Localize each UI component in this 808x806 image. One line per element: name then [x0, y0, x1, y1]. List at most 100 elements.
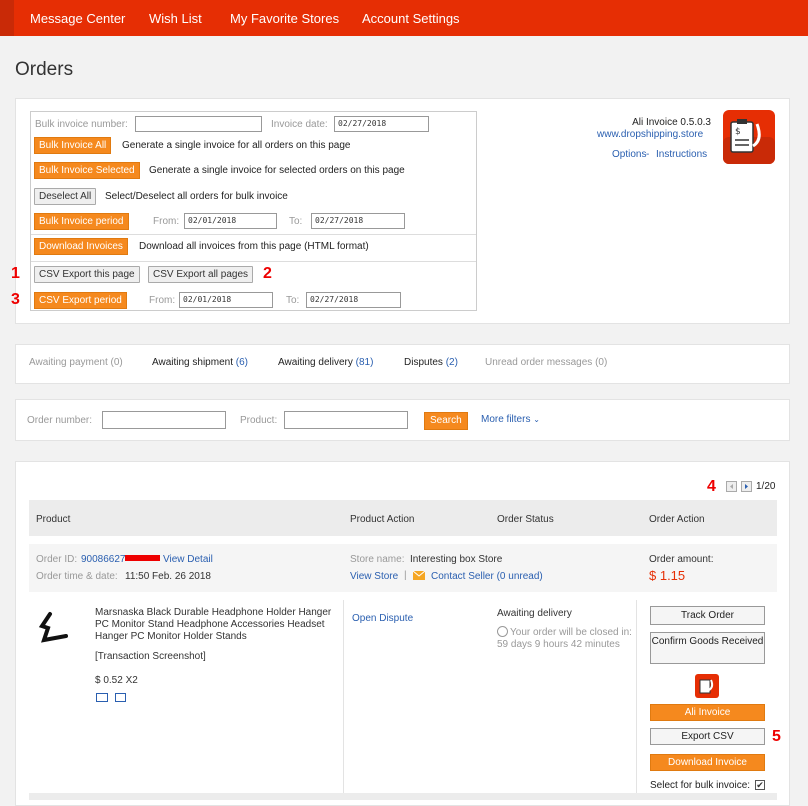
tab-count: (2) — [445, 357, 458, 368]
csv-from-input[interactable]: 02/01/2018 — [179, 292, 273, 308]
page-title: Orders — [15, 59, 74, 80]
bulk-number-label: Bulk invoice number: — [35, 119, 128, 130]
status-tabs — [15, 344, 790, 384]
tab-unread-messages[interactable]: Unread order messages (0) — [485, 357, 607, 368]
clipboard-invoice-icon: $ — [723, 110, 775, 164]
search-button[interactable]: Search — [424, 412, 468, 430]
order-amount-value: $ 1.15 — [649, 568, 686, 583]
marker-5: 5 — [772, 728, 781, 745]
invoice-date-label: Invoice date: — [271, 119, 328, 130]
period-to-label: To: — [289, 216, 303, 227]
tab-count: (0) — [595, 357, 608, 368]
nav-account-settings[interactable]: Account Settings — [362, 11, 460, 26]
store-name-label: Store name: — [350, 554, 405, 565]
tab-label: Awaiting payment — [29, 357, 108, 368]
bulk-invoice-all-button[interactable]: Bulk Invoice All — [34, 137, 112, 154]
confirm-goods-button[interactable]: Confirm Goods Received — [650, 632, 765, 664]
nav-favorite-stores[interactable]: My Favorite Stores — [230, 11, 339, 26]
checkbox-icon[interactable]: ✔ — [755, 780, 765, 790]
header-product: Product — [36, 514, 71, 525]
tab-disputes[interactable]: Disputes (2) — [404, 357, 458, 368]
store-name-value: Interesting box Store — [410, 554, 503, 565]
page-indicator: 1/20 — [756, 481, 776, 492]
product-title-link[interactable]: Marsnaska Black Durable Headphone Holder… — [95, 607, 335, 643]
plugin-name: Ali Invoice 0.5.0.3 — [632, 117, 711, 128]
divider — [31, 234, 476, 235]
order-time-label: Order time & date: — [36, 571, 118, 582]
next-page-icon[interactable] — [741, 481, 752, 492]
order-amount-label: Order amount: — [649, 554, 714, 565]
top-nav: Message Center Wish List My Favorite Sto… — [0, 0, 808, 36]
product-image[interactable] — [36, 606, 76, 646]
nav-wish-list[interactable]: Wish List — [149, 11, 202, 26]
more-filters-link[interactable]: More filters ⌄ — [481, 414, 540, 425]
tab-count: (81) — [355, 357, 374, 368]
csv-export-page-button[interactable]: CSV Export this page — [34, 266, 140, 283]
plugin-instructions-link[interactable]: Instructions — [656, 149, 707, 160]
plugin-options-link[interactable]: Options — [612, 149, 646, 160]
marker-1: 1 — [11, 265, 20, 282]
download-invoices-button[interactable]: Download Invoices — [34, 238, 128, 255]
plugin-separator: - — [646, 149, 650, 160]
link-separator: | — [404, 570, 407, 581]
order-number-input[interactable] — [102, 411, 226, 429]
bulk-invoice-period-button[interactable]: Bulk Invoice period — [34, 213, 129, 230]
redaction-bar — [125, 555, 160, 561]
product-input[interactable] — [284, 411, 408, 429]
close-countdown: Your order will be closed in: 59 days 9 … — [497, 627, 632, 650]
download-invoice-button[interactable]: Download Invoice — [650, 754, 765, 771]
tab-awaiting-payment[interactable]: Awaiting payment (0) — [29, 357, 123, 368]
csv-export-all-button[interactable]: CSV Export all pages — [148, 266, 254, 283]
ali-invoice-button[interactable]: Ali Invoice — [650, 704, 765, 721]
order-time-value: 11:50 Feb. 26 2018 — [125, 571, 211, 582]
order-status-text: Awaiting delivery — [497, 608, 572, 619]
nav-message-center[interactable]: Message Center — [30, 11, 125, 26]
ali-invoice-icon[interactable] — [695, 674, 719, 698]
unread-count: (0 unread) — [496, 571, 543, 582]
track-order-button[interactable]: Track Order — [650, 606, 765, 625]
csv-to-label: To: — [286, 295, 300, 306]
transaction-screenshot-link[interactable]: [Transaction Screenshot] — [95, 651, 206, 662]
bulk-number-input[interactable] — [135, 116, 262, 132]
download-desc: Download all invoices from this page (HT… — [139, 241, 369, 252]
open-dispute-link[interactable]: Open Dispute — [352, 613, 413, 624]
header-order-action: Order Action — [649, 514, 705, 525]
order-id-value: 90086627 — [81, 554, 126, 565]
more-filters-label: More filters — [481, 414, 531, 425]
column-divider — [636, 600, 637, 800]
tab-count: (6) — [235, 357, 248, 368]
deselect-all-button[interactable]: Deselect All — [34, 188, 97, 205]
header-order-status: Order Status — [497, 514, 554, 525]
contact-seller-label: Contact Seller — [431, 571, 494, 582]
tab-label: Unread order messages — [485, 357, 593, 368]
next-row-edge — [29, 793, 777, 800]
tab-label: Awaiting shipment — [152, 357, 233, 368]
bulk-selected-desc: Generate a single invoice for selected o… — [149, 165, 405, 176]
view-store-link[interactable]: View Store — [350, 571, 398, 582]
csv-export-period-button[interactable]: CSV Export period — [34, 292, 127, 309]
tab-awaiting-shipment[interactable]: Awaiting shipment (6) — [152, 357, 248, 368]
chevron-down-icon: ⌄ — [533, 415, 540, 424]
export-csv-button[interactable]: Export CSV — [650, 728, 765, 745]
period-from-input[interactable]: 02/01/2018 — [184, 213, 277, 229]
svg-text:$: $ — [735, 127, 741, 137]
tab-label: Disputes — [404, 357, 443, 368]
deselect-desc: Select/Deselect all orders for bulk invo… — [105, 191, 288, 202]
contact-seller-link[interactable]: Contact Seller (0 unread) — [431, 571, 543, 582]
order-number-label: Order number: — [27, 415, 93, 426]
marker-4: 4 — [707, 478, 716, 495]
csv-to-input[interactable]: 02/27/2018 — [306, 292, 401, 308]
mail-icon — [412, 570, 426, 580]
product-price: $ 0.52 X2 — [95, 675, 138, 686]
select-bulk-label: Select for bulk invoice: — [650, 780, 751, 791]
invoice-date-input[interactable]: 02/27/2018 — [334, 116, 429, 132]
plugin-site-link[interactable]: www.dropshipping.store — [597, 129, 703, 140]
view-detail-link[interactable]: View Detail — [163, 554, 213, 565]
prev-page-icon[interactable] — [726, 481, 737, 492]
bulk-invoice-selected-button[interactable]: Bulk Invoice Selected — [34, 162, 140, 179]
csv-from-label: From: — [149, 295, 176, 306]
period-to-input[interactable]: 02/27/2018 — [311, 213, 405, 229]
tab-awaiting-delivery[interactable]: Awaiting delivery (81) — [278, 357, 373, 368]
period-from-label: From: — [153, 216, 180, 227]
divider — [31, 261, 476, 262]
